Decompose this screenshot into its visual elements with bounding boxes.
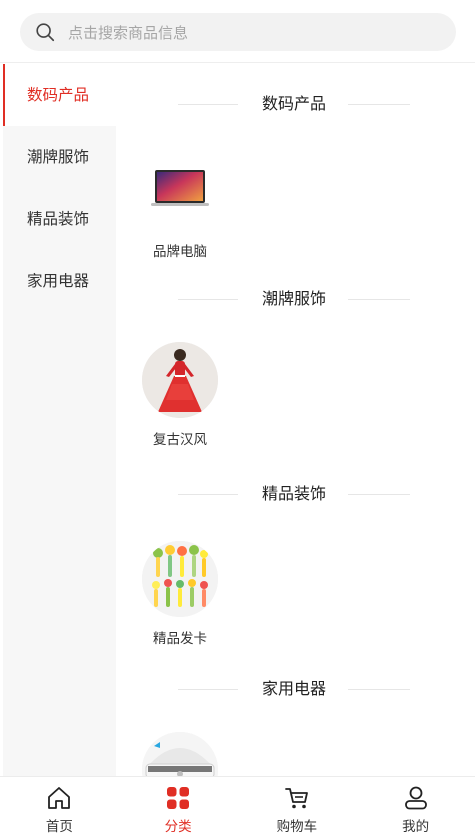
divider [348, 494, 410, 495]
category-item-hairclips[interactable]: 精品发卡 [140, 541, 220, 647]
laptop-image [142, 154, 218, 230]
category-item-appliance[interactable] [140, 732, 220, 776]
item-label: 精品发卡 [153, 631, 207, 647]
section-title: 家用电器 [116, 677, 475, 701]
tab-label: 购物车 [276, 819, 318, 835]
section-title-text: 精品装饰 [261, 484, 326, 503]
section-title: 精品装饰 [116, 482, 475, 506]
appliance-image [142, 732, 218, 776]
divider [348, 299, 410, 300]
sidebar-item-digital[interactable]: 数码产品 [3, 64, 116, 126]
sidebar-item-appliances[interactable]: 家用电器 [3, 250, 116, 312]
hair-clips-image [142, 541, 218, 617]
section-title-text: 潮牌服饰 [261, 289, 326, 308]
divider [348, 689, 410, 690]
hanfu-dress-image [142, 342, 218, 418]
tab-label: 我的 [402, 819, 430, 835]
section-title-text: 数码产品 [261, 94, 326, 113]
sidebar-item-fashion[interactable]: 潮牌服饰 [3, 126, 116, 188]
tab-home[interactable]: 首页 [0, 777, 119, 840]
category-sidebar: 数码产品 潮牌服饰 精品装饰 家用电器 [3, 64, 116, 776]
cart-icon [284, 788, 308, 809]
search-input[interactable]: 点击搜索商品信息 [20, 13, 456, 51]
tab-cart[interactable]: 购物车 [238, 777, 357, 840]
category-icon [167, 787, 190, 809]
search-icon [36, 23, 55, 42]
section-title: 数码产品 [116, 92, 475, 116]
tab-label: 首页 [45, 819, 73, 835]
category-item-laptop[interactable]: 品牌电脑 [140, 154, 220, 260]
user-icon [404, 786, 427, 810]
sidebar-item-decor[interactable]: 精品装饰 [3, 188, 116, 250]
search-placeholder: 点击搜索商品信息 [68, 23, 189, 42]
tab-category[interactable]: 分类 [119, 777, 238, 840]
item-label: 复古汉风 [153, 432, 207, 448]
tab-label: 分类 [164, 819, 192, 835]
tab-profile[interactable]: 我的 [356, 777, 475, 840]
home-icon [48, 787, 71, 809]
search-bar: 点击搜索商品信息 [0, 0, 475, 63]
section-title-text: 家用电器 [261, 679, 326, 698]
item-label: 品牌电脑 [153, 244, 207, 260]
category-item-hanfu[interactable]: 复古汉风 [140, 342, 220, 448]
category-content: 数码产品 品牌电脑 潮牌服饰 复古汉风 精品装饰 精品发卡 家用电器 [116, 64, 475, 776]
bottom-tabbar: 首页 分类 购物车 我的 [0, 776, 475, 840]
divider [348, 104, 410, 105]
section-title: 潮牌服饰 [116, 287, 475, 311]
